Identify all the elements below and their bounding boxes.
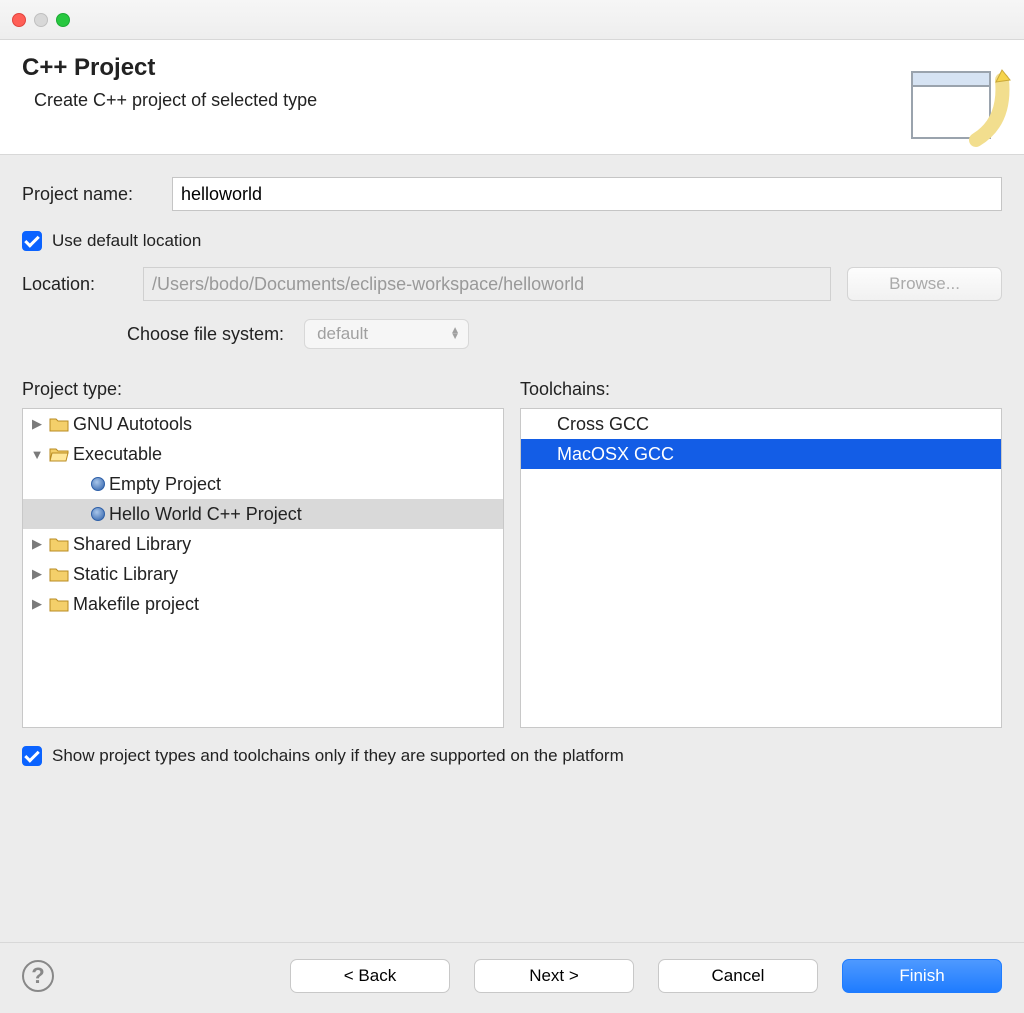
folder-open-icon — [49, 446, 69, 462]
wizard-content: Project name: Use default location Locat… — [0, 155, 1024, 788]
browse-button: Browse... — [847, 267, 1002, 301]
tree-item-label: Executable — [73, 444, 162, 465]
page-title: C++ Project — [22, 54, 1002, 82]
use-default-location-checkbox[interactable] — [22, 231, 42, 251]
chevron-updown-icon: ▲▼ — [450, 328, 460, 340]
filter-supported-label: Show project types and toolchains only i… — [52, 746, 624, 766]
tree-item-label: Hello World C++ Project — [109, 504, 302, 525]
project-name-label: Project name: — [22, 184, 172, 205]
page-subtitle: Create C++ project of selected type — [34, 90, 1002, 111]
cancel-button[interactable]: Cancel — [658, 959, 818, 993]
list-item-macosx-gcc[interactable]: MacOSX GCC — [521, 439, 1001, 469]
tree-item-executable[interactable]: ▼ Executable — [23, 439, 503, 469]
help-icon[interactable]: ? — [22, 960, 54, 992]
chevron-right-icon[interactable]: ▶ — [29, 416, 45, 432]
wizard-header: C++ Project Create C++ project of select… — [0, 40, 1024, 155]
folder-icon — [49, 416, 69, 432]
filesystem-select: default ▲▼ — [304, 319, 469, 349]
project-type-heading: Project type: — [22, 379, 504, 400]
tree-item-static-library[interactable]: ▶ Static Library — [23, 559, 503, 589]
folder-icon — [49, 596, 69, 612]
tree-item-hello-world[interactable]: ▶ Hello World C++ Project — [23, 499, 503, 529]
project-type-tree[interactable]: ▶ GNU Autotools ▼ Executable ▶ — [22, 408, 504, 728]
location-label: Location: — [22, 274, 127, 295]
close-window-icon[interactable] — [12, 13, 26, 27]
use-default-location-label: Use default location — [52, 231, 201, 251]
tree-item-label: Empty Project — [109, 474, 221, 495]
location-input — [143, 267, 831, 301]
choose-filesystem-label: Choose file system: — [127, 324, 284, 345]
chevron-right-icon[interactable]: ▶ — [29, 536, 45, 552]
filter-supported-checkbox[interactable] — [22, 746, 42, 766]
chevron-right-icon[interactable]: ▶ — [29, 596, 45, 612]
toolchains-list[interactable]: Cross GCC MacOSX GCC — [520, 408, 1002, 728]
chevron-right-icon[interactable]: ▶ — [29, 566, 45, 582]
tree-item-label: GNU Autotools — [73, 414, 192, 435]
titlebar — [0, 0, 1024, 40]
tree-item-label: Shared Library — [73, 534, 191, 555]
project-type-icon — [91, 507, 105, 521]
next-button[interactable]: Next > — [474, 959, 634, 993]
tree-item-label: Makefile project — [73, 594, 199, 615]
zoom-window-icon[interactable] — [56, 13, 70, 27]
finish-button[interactable]: Finish — [842, 959, 1002, 993]
tree-item-shared-library[interactable]: ▶ Shared Library — [23, 529, 503, 559]
list-item-cross-gcc[interactable]: Cross GCC — [521, 409, 1001, 439]
project-type-icon — [91, 477, 105, 491]
tree-item-makefile-project[interactable]: ▶ Makefile project — [23, 589, 503, 619]
back-button[interactable]: < Back — [290, 959, 450, 993]
minimize-window-icon — [34, 13, 48, 27]
chevron-down-icon[interactable]: ▼ — [29, 447, 45, 462]
wizard-banner-icon — [906, 66, 1016, 153]
toolchains-heading: Toolchains: — [520, 379, 1002, 400]
tree-item-empty-project[interactable]: ▶ Empty Project — [23, 469, 503, 499]
tree-item-gnu-autotools[interactable]: ▶ GNU Autotools — [23, 409, 503, 439]
folder-icon — [49, 566, 69, 582]
tree-item-label: Static Library — [73, 564, 178, 585]
filesystem-select-value: default — [317, 324, 368, 344]
folder-icon — [49, 536, 69, 552]
project-name-input[interactable] — [172, 177, 1002, 211]
wizard-footer: ? < Back Next > Cancel Finish — [0, 942, 1024, 1013]
